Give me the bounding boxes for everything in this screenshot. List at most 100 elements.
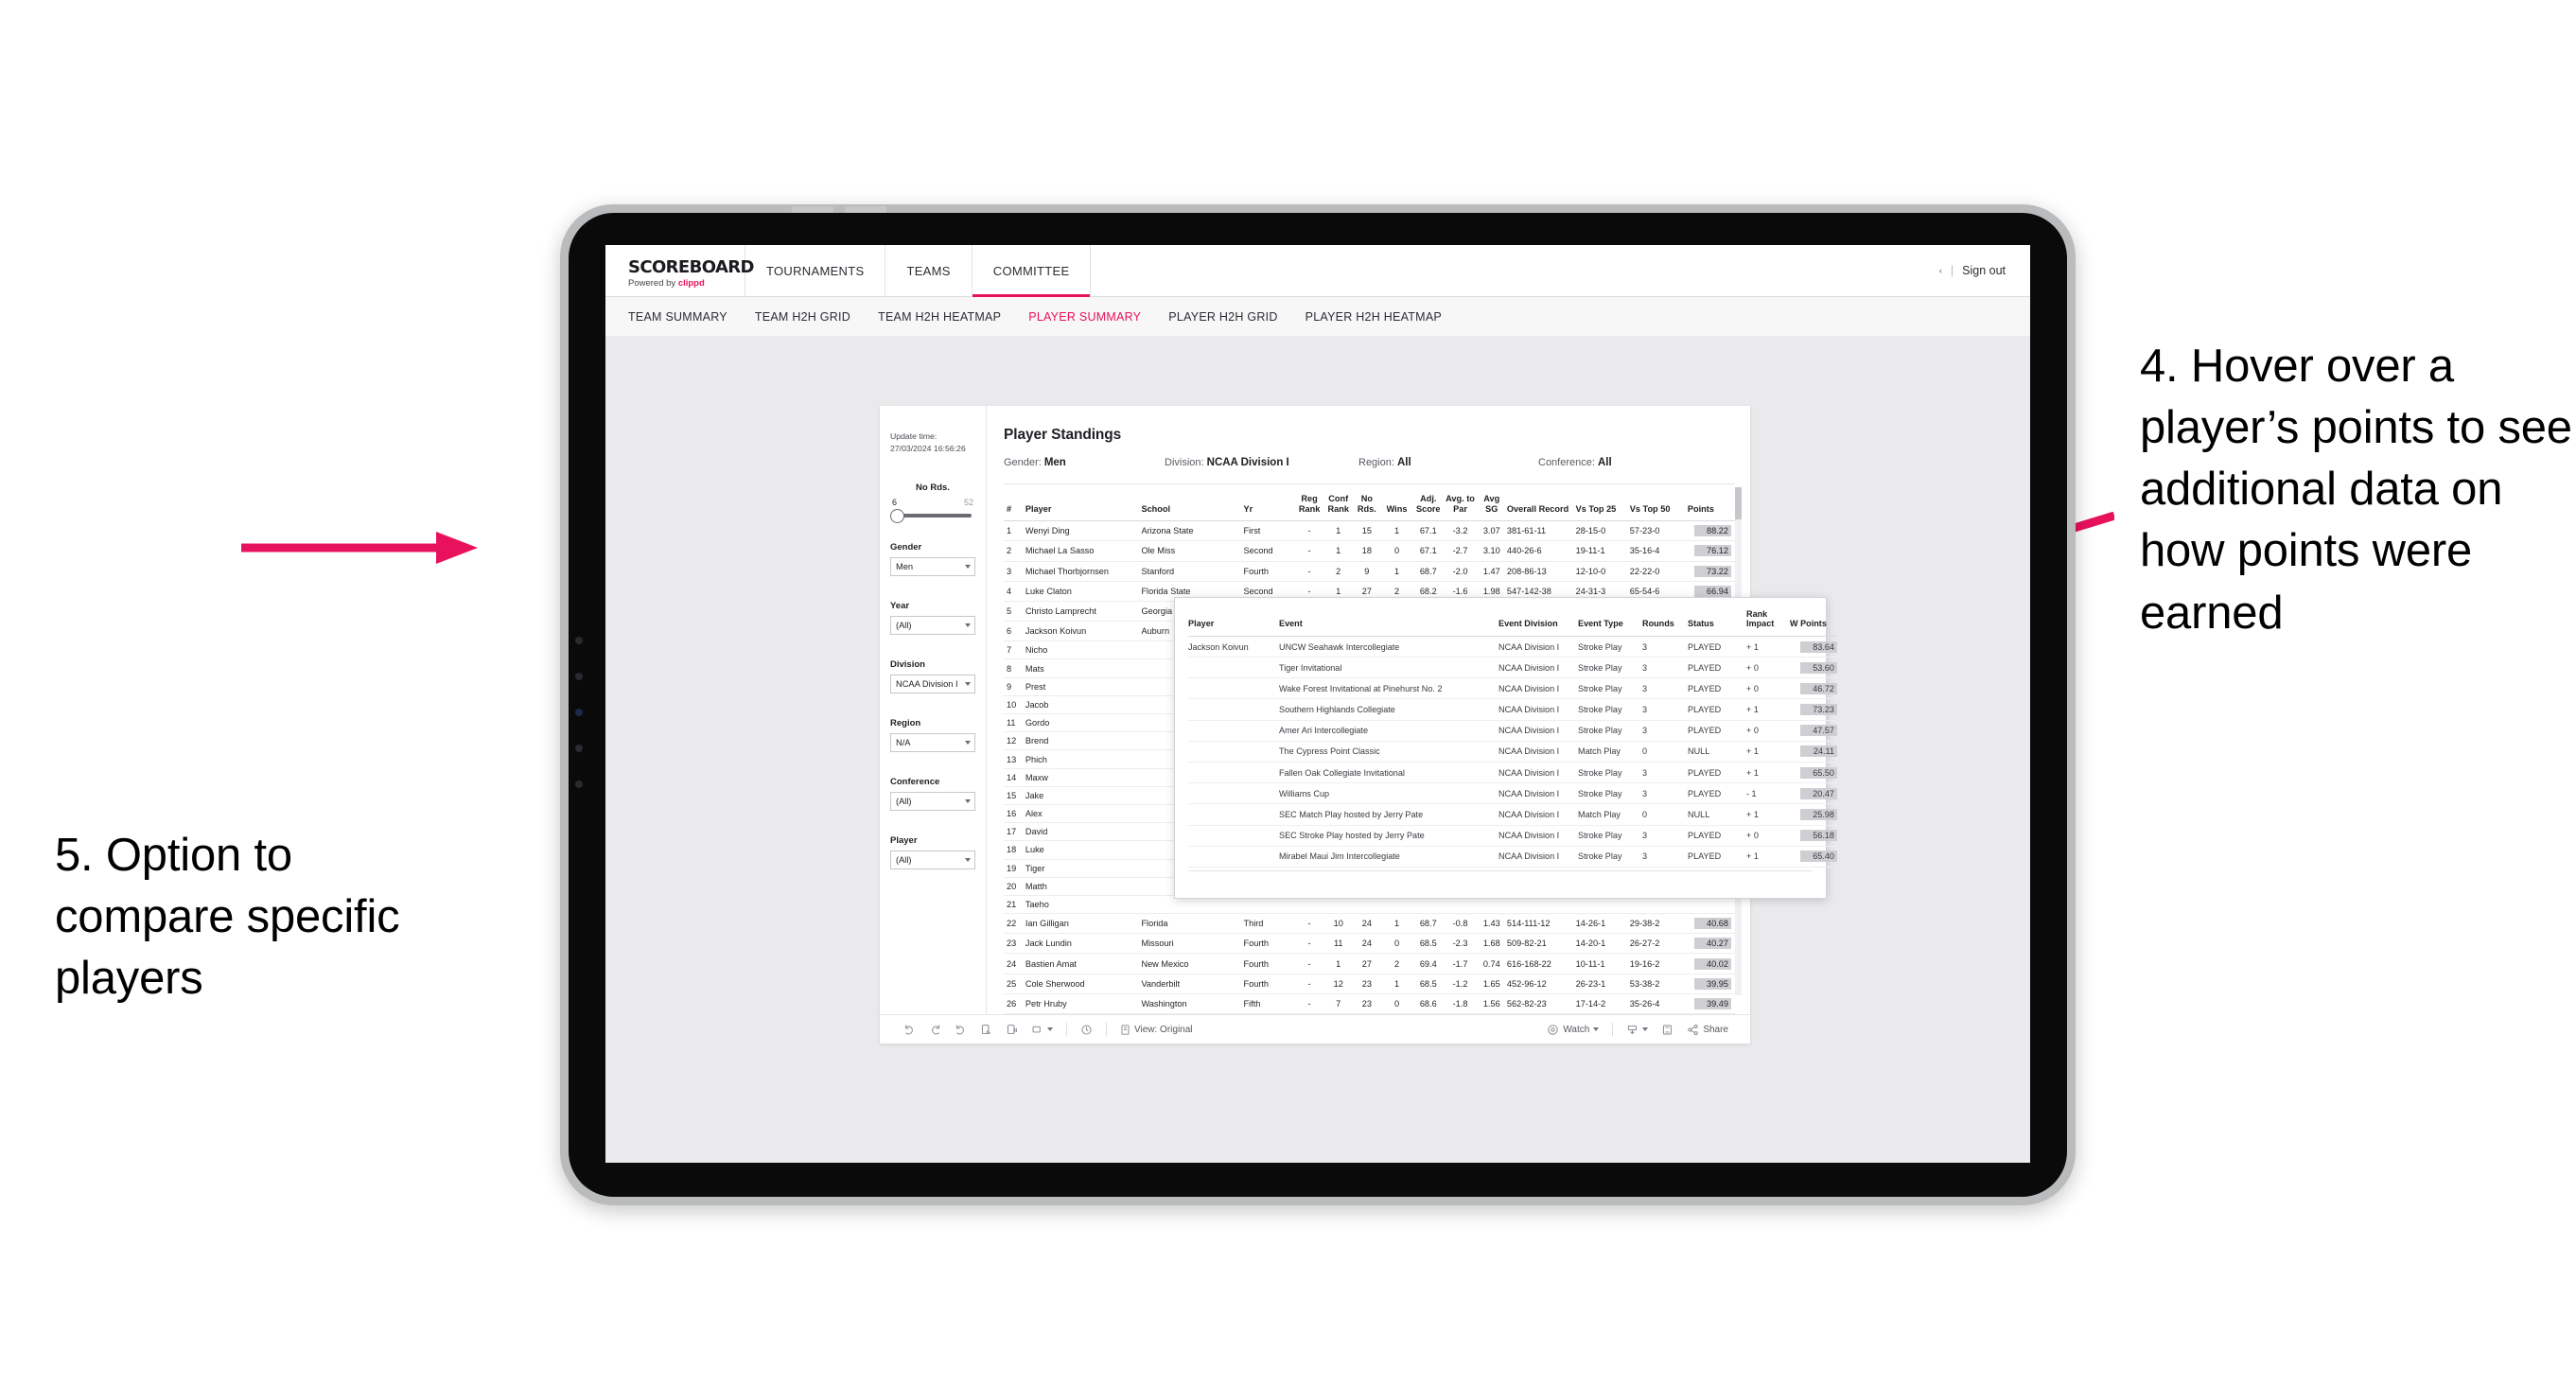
tip-col-rank-impact: Rank Impact bbox=[1746, 607, 1790, 637]
cell-t50: 19-16-2 bbox=[1629, 953, 1684, 974]
col-wins[interactable]: Wins bbox=[1380, 484, 1413, 522]
player-dropdown[interactable]: (All) bbox=[890, 851, 975, 870]
slider-handle[interactable] bbox=[890, 509, 904, 524]
undo-button[interactable] bbox=[897, 1024, 922, 1036]
region-dropdown[interactable]: N/A bbox=[890, 733, 975, 753]
table-row[interactable]: 25 Cole Sherwood Vanderbilt Fourth -12 23 1 68.… bbox=[1004, 974, 1735, 994]
scrollbar-thumb[interactable] bbox=[1735, 487, 1742, 519]
view-original-button[interactable]: View: Original bbox=[1113, 1024, 1200, 1036]
points-chip[interactable]: 39.49 bbox=[1694, 997, 1731, 1009]
table-row[interactable]: 23 Jack Lundin Missouri Fourth -11 24 0 68.5 -2.… bbox=[1004, 933, 1735, 955]
highlight-button[interactable] bbox=[1025, 1024, 1060, 1036]
toolbar-divider-1 bbox=[1066, 1023, 1067, 1037]
cell-points[interactable]: 73.22 bbox=[1683, 561, 1735, 582]
table-row[interactable]: 2 Michael La Sasso Ole Miss Second -1 18 0 67.1… bbox=[1004, 540, 1735, 562]
col-avg-sg[interactable]: Avg SG bbox=[1476, 484, 1507, 522]
cell-record: 616-168-22 bbox=[1506, 953, 1576, 974]
fullscreen-button[interactable] bbox=[1655, 1024, 1680, 1036]
cell-t50: 22-22-0 bbox=[1629, 561, 1684, 582]
nav-tab-teams[interactable]: TEAMS bbox=[885, 245, 973, 296]
col-points[interactable]: Points bbox=[1683, 484, 1735, 522]
col-rank[interactable]: # bbox=[1004, 484, 1025, 522]
division-dropdown[interactable]: NCAA Division I bbox=[890, 675, 975, 694]
pause-auto-update-button[interactable] bbox=[1074, 1024, 1099, 1036]
table-row[interactable]: 24 Bastien Amat New Mexico Fourth -1 27 2 69.4-… bbox=[1004, 953, 1735, 974]
tip-cell-rounds: 3 bbox=[1642, 846, 1688, 868]
points-chip[interactable]: 88.22 bbox=[1694, 525, 1731, 537]
cell-points[interactable]: 39.95 bbox=[1683, 974, 1735, 994]
filter-player-label: Player bbox=[890, 835, 918, 847]
sub-tab-team-h2h-heatmap[interactable]: TEAM H2H HEATMAP bbox=[878, 310, 1001, 324]
year-value: (All) bbox=[896, 621, 912, 631]
conference-dropdown[interactable]: (All) bbox=[890, 792, 975, 812]
cell-t25: 26-23-1 bbox=[1575, 974, 1630, 994]
cell-points[interactable]: 40.68 bbox=[1683, 913, 1735, 935]
cell-points[interactable]: 39.49 bbox=[1683, 993, 1735, 1015]
cell-reg: - bbox=[1294, 953, 1324, 974]
table-row[interactable]: 22 Ian Gilligan Florida Third -10 24 1 68.7 -0.8… bbox=[1004, 913, 1735, 935]
table-row[interactable]: 1 Wenyi Ding Arizona State First -1 15 1 67.1 -3… bbox=[1004, 520, 1735, 542]
tip-cell-type: Stroke Play bbox=[1578, 762, 1642, 784]
nav-tab-tournaments[interactable]: TOURNAMENTS bbox=[745, 245, 886, 296]
sub-tab-player-h2h-grid[interactable]: PLAYER H2H GRID bbox=[1168, 310, 1277, 324]
brand-logo[interactable]: SCOREBOARD Powered by clippd bbox=[605, 245, 755, 296]
cell-points[interactable]: 40.27 bbox=[1683, 933, 1735, 955]
col-vs-top-50[interactable]: Vs Top 50 bbox=[1629, 484, 1684, 522]
cell-nords: 18 bbox=[1352, 540, 1381, 562]
tip-cell-status: PLAYED bbox=[1688, 720, 1746, 742]
cell-reg: - bbox=[1294, 540, 1324, 562]
col-yr[interactable]: Yr bbox=[1243, 484, 1295, 522]
sub-tab-player-h2h-heatmap[interactable]: PLAYER H2H HEATMAP bbox=[1306, 310, 1442, 324]
points-chip[interactable]: 39.95 bbox=[1694, 977, 1731, 990]
cell-t25: 19-11-1 bbox=[1575, 540, 1630, 562]
col-vs-top-25[interactable]: Vs Top 25 bbox=[1575, 484, 1630, 522]
col-school[interactable]: School bbox=[1141, 484, 1244, 522]
sub-tab-team-summary[interactable]: TEAM SUMMARY bbox=[628, 310, 727, 324]
cell-record: 452-96-12 bbox=[1506, 974, 1576, 994]
year-dropdown[interactable]: (All) bbox=[890, 616, 975, 636]
sign-out-link[interactable]: Sign out bbox=[1962, 264, 2006, 277]
tip-cell-player bbox=[1188, 825, 1279, 847]
table-row[interactable]: 3 Michael Thorbjornsen Stanford Fourth -2 9 1 6… bbox=[1004, 561, 1735, 582]
nav-tab-committee[interactable]: COMMITTEE bbox=[972, 245, 1092, 297]
points-chip[interactable]: 73.22 bbox=[1694, 565, 1731, 577]
points-chip[interactable]: 40.02 bbox=[1694, 957, 1731, 970]
revert-button[interactable] bbox=[948, 1024, 973, 1036]
points-chip[interactable]: 40.68 bbox=[1694, 918, 1731, 930]
table-row[interactable]: 26 Petr Hruby Washington Fifth -7 23 0 68.6 -1.8… bbox=[1004, 993, 1735, 1015]
cell-wins: 0 bbox=[1380, 933, 1413, 955]
sub-tab-player-summary[interactable]: PLAYER SUMMARY bbox=[1028, 310, 1141, 324]
col-player[interactable]: Player bbox=[1025, 484, 1142, 522]
cell-num: 25 bbox=[1004, 974, 1025, 994]
points-chip[interactable]: 66.94 bbox=[1694, 585, 1731, 597]
cell-points[interactable]: 88.22 bbox=[1683, 520, 1735, 542]
chevron-left-icon[interactable]: ‹ bbox=[1939, 266, 1942, 275]
col-reg-rank[interactable]: Reg Rank bbox=[1294, 484, 1324, 522]
col-avg-to-par[interactable]: Avg. to Par bbox=[1444, 484, 1477, 522]
header-right-group: ‹ | Sign out bbox=[1939, 245, 2030, 296]
region-value: N/A bbox=[896, 738, 911, 748]
refresh-data-button[interactable] bbox=[973, 1024, 999, 1036]
sub-tab-team-h2h-grid[interactable]: TEAM H2H GRID bbox=[755, 310, 850, 324]
download-button[interactable] bbox=[1620, 1024, 1655, 1036]
gender-dropdown[interactable]: Men bbox=[890, 557, 975, 577]
cell-player: Phich bbox=[1025, 749, 1142, 769]
filter-no-rounds-label: No Rds. bbox=[916, 482, 950, 494]
cell-points[interactable]: 40.02 bbox=[1683, 953, 1735, 974]
col-adj-score[interactable]: Adj. Score bbox=[1412, 484, 1445, 522]
col-overall-record[interactable]: Overall Record bbox=[1506, 484, 1576, 522]
no-rounds-slider[interactable] bbox=[890, 509, 972, 524]
share-button[interactable]: Share bbox=[1680, 1024, 1735, 1036]
sensor-dot-1 bbox=[575, 673, 583, 680]
col-no-rds[interactable]: No Rds. bbox=[1352, 484, 1381, 522]
points-chip[interactable]: 76.12 bbox=[1694, 545, 1731, 557]
w-points-chip: 46.72 bbox=[1800, 682, 1837, 694]
points-chip[interactable]: 40.27 bbox=[1694, 938, 1731, 950]
cell-t50: 29-38-2 bbox=[1629, 913, 1684, 935]
cell-wins: 1 bbox=[1380, 561, 1413, 582]
watch-button[interactable]: Watch bbox=[1540, 1024, 1605, 1036]
col-conf-rank[interactable]: Conf Rank bbox=[1323, 484, 1353, 522]
cell-points[interactable]: 76.12 bbox=[1683, 540, 1735, 562]
pause-updates-button[interactable] bbox=[999, 1024, 1025, 1036]
redo-button[interactable] bbox=[922, 1024, 948, 1036]
